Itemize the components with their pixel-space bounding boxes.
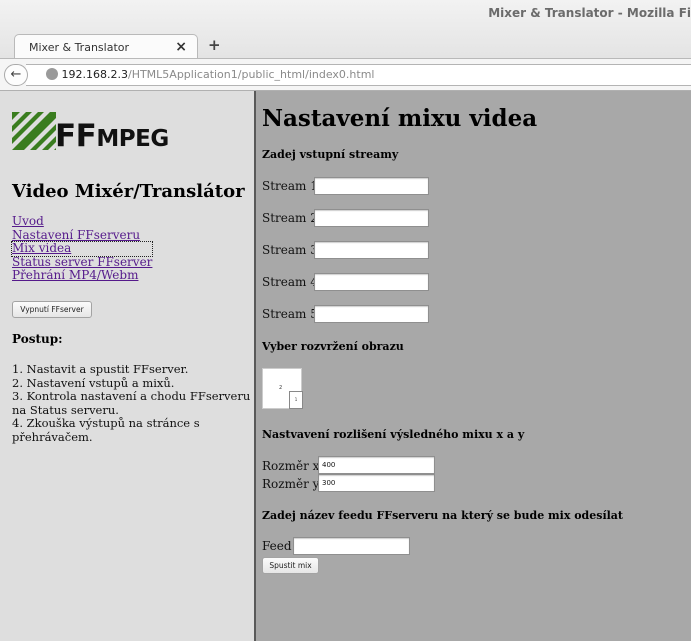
feed-label: Feed <box>262 539 292 553</box>
back-button[interactable]: ← <box>4 64 28 86</box>
sidebar-nav: Uvod Nastavení FFserveru Mix videa Statu… <box>10 214 154 283</box>
tab-title: Mixer & Translator <box>29 41 130 54</box>
nav-link-nastaveni-ffserveru[interactable]: Nastavení FFserveru <box>12 228 152 243</box>
feed-input[interactable] <box>293 537 410 555</box>
step-item: 3. Kontrola nastavení a chodu FFserveru … <box>12 389 251 417</box>
stop-ffserver-button[interactable]: Vypnutí FFserver <box>12 301 92 318</box>
layout-small-label: 1 <box>289 391 303 409</box>
close-icon[interactable]: × <box>175 39 187 55</box>
stream-2-input[interactable] <box>314 209 429 227</box>
globe-icon <box>45 68 58 80</box>
steps-list: 1. Nastavit a spustit FFserver. 2. Nasta… <box>12 362 252 444</box>
browser-navbar: 192.168.2.3/HTML5Application1/public_htm… <box>0 58 691 91</box>
main-content: Nastavení mixu videa Zadej vstupní strea… <box>256 91 691 641</box>
size-x-input[interactable] <box>318 456 435 474</box>
resolution-heading: Nastvavení rozlišení výsledného mixu x a… <box>262 428 525 441</box>
stream-5-label: Stream 5 <box>262 307 318 321</box>
stream-1-input[interactable] <box>314 177 429 195</box>
stream-4-label: Stream 4 <box>262 275 318 289</box>
tab-mixer-translator[interactable]: Mixer & Translator × <box>14 34 198 59</box>
page-title: Nastavení mixu videa <box>262 105 538 132</box>
run-mix-button[interactable]: Spustit mix <box>262 557 319 574</box>
streams-heading: Zadej vstupní streamy <box>262 148 399 161</box>
url-bar[interactable]: 192.168.2.3/HTML5Application1/public_htm… <box>26 64 691 86</box>
stream-1-label: Stream 1 <box>262 179 318 193</box>
stream-3-input[interactable] <box>314 241 429 259</box>
size-y-label: Rozměr y <box>262 477 320 491</box>
new-tab-icon[interactable]: + <box>208 36 221 54</box>
url-host: 192.168.2.3 <box>61 68 128 81</box>
stream-4-input[interactable] <box>314 273 429 291</box>
postup-heading: Postup: <box>12 332 63 346</box>
nav-link-uvod[interactable]: Uvod <box>12 214 152 229</box>
feed-heading: Zadej název feedu FFserveru na který se … <box>262 509 624 522</box>
nav-link-mix-videa[interactable]: Mix videa <box>10 241 154 257</box>
stream-5-input[interactable] <box>314 305 429 323</box>
step-item: 4. Zkouška výstupů na stránce s přehráva… <box>12 416 200 444</box>
nav-link-prehrani[interactable]: Přehrání MP4/Webm <box>12 268 152 283</box>
layout-option[interactable]: 2 1 <box>262 368 303 409</box>
layout-heading: Vyber rozvržení obrazu <box>262 340 404 353</box>
size-y-input[interactable] <box>318 474 435 492</box>
layout-main-label: 2 <box>279 385 283 391</box>
browser-titlebar: Mixer & Translator - Mozilla Fi Mixer & … <box>0 0 691 59</box>
stream-3-label: Stream 3 <box>262 243 318 257</box>
window-title: Mixer & Translator - Mozilla Fi <box>488 6 691 20</box>
stream-2-label: Stream 2 <box>262 211 318 225</box>
logo-wordmark: FFMPEG <box>55 118 169 154</box>
size-x-label: Rozměr x <box>262 459 320 473</box>
ffmpeg-logo-icon <box>12 112 56 150</box>
step-item: 2. Nastavení vstupů a mixů. <box>12 375 175 390</box>
sidebar: FFMPEG Video Mixér/Translátor Uvod Nasta… <box>0 91 256 641</box>
url-path: /HTML5Application1/public_html/index0.ht… <box>127 68 375 81</box>
nav-link-status-server[interactable]: Status server FFserver <box>12 255 152 270</box>
app-title: Video Mixér/Translátor <box>12 181 245 202</box>
step-item: 1. Nastavit a spustit FFserver. <box>12 362 189 376</box>
